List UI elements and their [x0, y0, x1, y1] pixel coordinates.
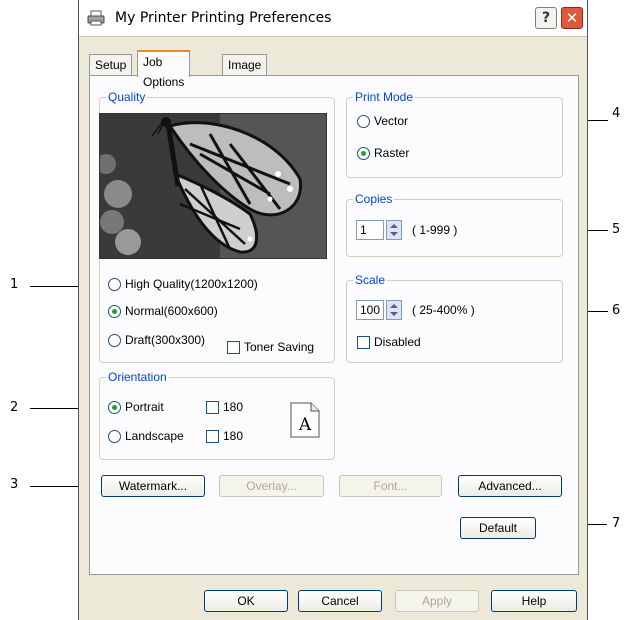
portrait-180-option[interactable]: 180 [206, 400, 243, 414]
landscape-180-option[interactable]: 180 [206, 429, 243, 443]
orientation-group-label: Orientation [106, 370, 169, 384]
quality-high-option[interactable]: High Quality(1200x1200) [108, 277, 258, 291]
butterfly-icon [100, 114, 326, 258]
orientation-icon-letter: A [298, 415, 312, 435]
callout-1-line [30, 286, 82, 287]
raster-option[interactable]: Raster [357, 146, 409, 160]
printer-icon [87, 10, 105, 26]
tab-setup[interactable]: Setup [89, 54, 133, 76]
scale-range-label: ( 25-400% ) [412, 303, 475, 317]
close-button[interactable]: ✕ [561, 7, 583, 29]
quality-preview-image [99, 113, 327, 259]
watermark-button[interactable]: Watermark... [101, 475, 205, 497]
copies-spinner[interactable]: 1 ( 1-999 ) [356, 220, 457, 240]
landscape-label: Landscape [125, 429, 184, 443]
landscape-option[interactable]: Landscape [108, 429, 184, 443]
quality-normal-label: Normal(600x600) [125, 304, 218, 318]
print-mode-group-label: Print Mode [353, 90, 416, 104]
scale-group: Scale [346, 273, 563, 363]
raster-label: Raster [374, 146, 410, 160]
quality-draft-label: Draft(300x300) [125, 333, 206, 347]
callout-2: 2 [10, 400, 19, 415]
help-button[interactable]: Help [491, 590, 577, 612]
overlay-button[interactable]: Overlay... [219, 475, 324, 497]
default-button[interactable]: Default [460, 517, 536, 539]
callout-2-line [30, 408, 82, 409]
scale-updown-icon[interactable] [386, 300, 402, 320]
quality-high-label: High Quality(1200x1200) [125, 277, 258, 291]
portrait-radio[interactable] [108, 400, 121, 414]
tab-job-options[interactable]: Job Options [137, 50, 191, 89]
quality-draft-radio[interactable] [108, 333, 121, 347]
scale-group-label: Scale [353, 273, 388, 287]
quality-high-radio[interactable] [108, 277, 121, 291]
copies-group-label: Copies [353, 192, 395, 206]
landscape-radio[interactable] [108, 429, 121, 443]
quality-normal-radio[interactable] [108, 304, 121, 318]
landscape-180-checkbox[interactable] [206, 429, 219, 443]
landscape-180-label: 180 [223, 429, 244, 443]
scale-disabled-option[interactable]: Disabled [357, 335, 421, 349]
portrait-180-label: 180 [223, 400, 244, 414]
vector-label: Vector [374, 114, 409, 128]
title-bar[interactable]: My Printer Printing Preferences ? ✕ [79, 0, 587, 37]
callout-1: 1 [10, 277, 19, 292]
ok-button[interactable]: OK [204, 590, 288, 612]
window-title: My Printer Printing Preferences [115, 10, 332, 26]
apply-button[interactable]: Apply [395, 590, 479, 612]
callout-7: 7 [612, 516, 621, 531]
portrait-180-checkbox[interactable] [206, 400, 219, 414]
page-orientation-icon: A [290, 402, 320, 438]
scale-disabled-checkbox[interactable] [357, 335, 370, 349]
raster-radio[interactable] [357, 146, 370, 160]
help-title-button[interactable]: ? [535, 7, 557, 29]
callout-6: 6 [612, 303, 621, 318]
portrait-label: Portrait [125, 400, 164, 414]
quality-draft-option[interactable]: Draft(300x300) [108, 333, 205, 347]
callout-3-line [30, 486, 82, 487]
toner-saving-option[interactable]: Toner Saving [227, 340, 314, 354]
callout-3: 3 [10, 477, 19, 492]
copies-range-label: ( 1-999 ) [412, 223, 458, 237]
font-button[interactable]: Font... [339, 475, 442, 497]
copies-input[interactable]: 1 [356, 220, 384, 240]
callout-5: 5 [612, 222, 621, 237]
quality-normal-option[interactable]: Normal(600x600) [108, 304, 218, 318]
toner-saving-label: Toner Saving [244, 340, 315, 354]
vector-option[interactable]: Vector [357, 114, 408, 128]
quality-group-label: Quality [106, 90, 148, 104]
vector-radio[interactable] [357, 114, 370, 128]
scale-spinner[interactable]: 100 ( 25-400% ) [356, 300, 475, 320]
toner-saving-checkbox[interactable] [227, 340, 240, 354]
portrait-option[interactable]: Portrait [108, 400, 164, 414]
scale-input[interactable]: 100 [356, 300, 384, 320]
advanced-button[interactable]: Advanced... [458, 475, 562, 497]
scale-disabled-label: Disabled [374, 335, 421, 349]
print-mode-group: Print Mode [346, 90, 563, 178]
callout-4: 4 [612, 106, 621, 121]
copies-updown-icon[interactable] [386, 220, 402, 240]
tab-image[interactable]: Image [222, 54, 268, 76]
cancel-button[interactable]: Cancel [298, 590, 382, 612]
